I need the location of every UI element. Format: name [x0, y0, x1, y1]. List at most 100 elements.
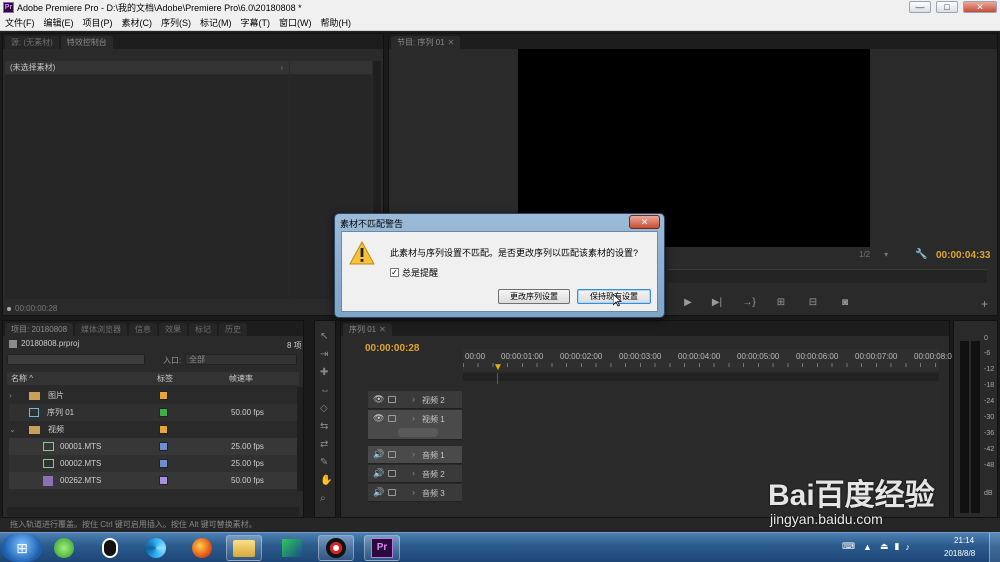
collapse-arrow-icon[interactable]: ⌄: [9, 425, 21, 434]
checkbox-icon[interactable]: ✓: [390, 268, 399, 277]
add-button-icon[interactable]: +: [981, 297, 988, 311]
meter-scale-label: -42: [984, 446, 995, 453]
lock-icon[interactable]: [388, 470, 396, 477]
dialog-close-button[interactable]: ✕: [629, 215, 660, 229]
tab-source[interactable]: 源: (无素材): [5, 36, 59, 49]
keyboard-icon[interactable]: ⌨: [842, 541, 855, 552]
extract-icon[interactable]: ⊟: [797, 297, 829, 308]
volume-icon[interactable]: ♪: [905, 542, 910, 552]
step-forward-icon[interactable]: ▶|: [701, 297, 733, 308]
col-name[interactable]: 名称 ^: [11, 373, 33, 384]
rolling-edit-tool-icon[interactable]: ⇔: [320, 385, 330, 396]
selection-tool-icon[interactable]: ↖: [320, 331, 328, 342]
slip-tool-icon[interactable]: ⇆: [320, 421, 328, 432]
tab-sequence-01[interactable]: 序列 01 ✕: [343, 323, 392, 336]
lift-icon[interactable]: ⊞: [765, 297, 797, 308]
close-button[interactable]: ✕: [963, 1, 997, 13]
always-remind-checkbox[interactable]: ✓ 总是提醒: [390, 266, 438, 279]
menu-title[interactable]: 字幕(T): [236, 15, 275, 31]
lock-icon[interactable]: [388, 396, 396, 403]
wrench-icon[interactable]: 🔧: [915, 249, 927, 260]
work-area-bar[interactable]: [463, 373, 939, 381]
ripple-edit-tool-icon[interactable]: ✚: [320, 367, 328, 378]
play-icon[interactable]: ▶: [675, 297, 701, 308]
expand-track-icon[interactable]: ›: [412, 449, 415, 459]
tab-markers[interactable]: 标记: [189, 323, 218, 336]
speaker-icon[interactable]: 🔊: [373, 449, 384, 460]
close-tab-icon[interactable]: ✕: [448, 38, 455, 47]
taskbar-app-icon[interactable]: [46, 535, 82, 561]
clock-time[interactable]: 21:14: [954, 536, 974, 545]
taskbar-app-icon[interactable]: [318, 535, 354, 561]
menu-edit[interactable]: 编辑(E): [39, 15, 78, 31]
project-search-input[interactable]: [7, 354, 145, 365]
list-item[interactable]: 00001.MTS 25.00 fps: [9, 438, 299, 455]
list-item[interactable]: 00002.MTS 25.00 fps: [9, 455, 299, 472]
tab-project[interactable]: 项目: 20180808: [5, 323, 74, 336]
expand-track-icon[interactable]: ›: [412, 468, 415, 478]
go-to-out-icon[interactable]: →}: [733, 297, 765, 308]
export-frame-icon[interactable]: ◙: [829, 297, 861, 308]
lock-icon[interactable]: [388, 451, 396, 458]
program-scrub-bar[interactable]: [667, 269, 987, 283]
expand-track-icon[interactable]: ›: [412, 413, 415, 423]
playhead-icon[interactable]: ▼: [493, 362, 503, 373]
show-hidden-icons-icon[interactable]: ▲: [863, 542, 872, 552]
pen-tool-icon[interactable]: ✎: [320, 457, 328, 468]
tab-program[interactable]: 节目: 序列 01 ✕: [391, 36, 461, 49]
taskbar-app-icon[interactable]: [138, 535, 174, 561]
change-sequence-settings-button[interactable]: 更改序列设置: [498, 289, 570, 304]
show-desktop-button[interactable]: [989, 533, 1000, 562]
taskbar-app-icon[interactable]: [274, 535, 310, 561]
list-item[interactable]: › 图片: [9, 387, 299, 404]
network-icon[interactable]: ▮: [894, 541, 899, 552]
menu-project[interactable]: 项目(P): [78, 15, 117, 31]
menu-marker[interactable]: 标记(M): [195, 15, 236, 31]
zoom-select[interactable]: 1/2 ▾: [859, 250, 888, 259]
track-select-tool-icon[interactable]: ⇥: [320, 349, 328, 360]
transport-controls: ▶ ▶| →} ⊞ ⊟ ◙: [675, 293, 875, 311]
tab-history[interactable]: 历史: [219, 323, 248, 336]
tab-info[interactable]: 信息: [129, 323, 158, 336]
col-fps[interactable]: 帧速率: [229, 373, 253, 384]
speaker-icon[interactable]: 🔊: [373, 487, 384, 498]
list-item[interactable]: 00262.MTS 50.00 fps: [9, 472, 299, 489]
maximize-button[interactable]: □: [936, 1, 958, 13]
tab-effect-controls[interactable]: 特效控制台: [60, 36, 113, 49]
eye-icon[interactable]: 👁: [373, 413, 384, 424]
eye-icon[interactable]: 👁: [373, 394, 384, 405]
taskbar-app-icon[interactable]: [92, 535, 128, 561]
menu-clip[interactable]: 素材(C): [117, 15, 157, 31]
track-control[interactable]: [398, 428, 438, 437]
menu-help[interactable]: 帮助(H): [316, 15, 356, 31]
close-tab-icon[interactable]: ✕: [379, 325, 386, 334]
expand-track-icon[interactable]: ›: [412, 487, 415, 497]
start-button[interactable]: ⊞: [2, 534, 42, 562]
project-scrollbar[interactable]: [297, 387, 303, 491]
clock-date[interactable]: 2018/8/8: [944, 549, 975, 558]
tab-effects[interactable]: 效果: [159, 323, 188, 336]
tab-media-browser[interactable]: 媒体浏览器: [75, 323, 128, 336]
hand-tool-icon[interactable]: ✋: [320, 475, 332, 486]
speaker-icon[interactable]: 🔊: [373, 468, 384, 479]
usb-icon[interactable]: ⏏: [880, 541, 889, 552]
taskbar-app-icon[interactable]: [184, 535, 220, 561]
lock-icon[interactable]: [388, 415, 396, 422]
list-item[interactable]: 序列 01 50.00 fps: [9, 404, 299, 421]
time-ruler[interactable]: 00:00 00:00:01:00 00:00:02:00 00:00:03:0…: [463, 349, 952, 371]
menu-file[interactable]: 文件(F): [0, 15, 39, 31]
razor-tool-icon[interactable]: ◇: [320, 403, 328, 414]
menu-window[interactable]: 窗口(W): [274, 15, 316, 31]
taskbar-app-icon[interactable]: [226, 535, 262, 561]
slide-tool-icon[interactable]: ⇄: [320, 439, 328, 450]
col-label[interactable]: 标签: [157, 373, 173, 384]
expand-track-icon[interactable]: ›: [412, 394, 415, 404]
taskbar-premiere-button[interactable]: Pr: [364, 535, 400, 561]
lock-icon[interactable]: [388, 489, 396, 496]
zoom-tool-icon[interactable]: ⌕: [320, 493, 326, 504]
minimize-button[interactable]: —: [909, 1, 931, 13]
in-select[interactable]: 全部: [185, 354, 297, 365]
expand-arrow-icon[interactable]: ›: [9, 391, 21, 400]
menu-sequence[interactable]: 序列(S): [156, 15, 195, 31]
list-item[interactable]: ⌄ 视频: [9, 421, 299, 438]
